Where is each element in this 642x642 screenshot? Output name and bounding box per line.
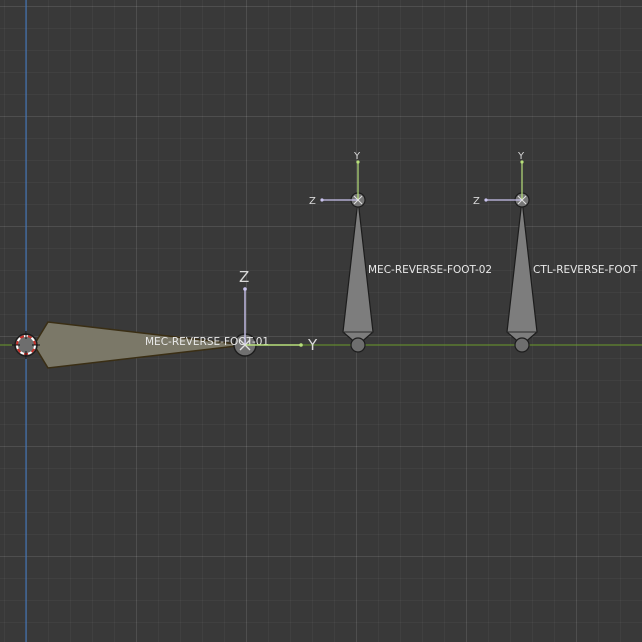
bone-shaft[interactable] [506,199,538,346]
bone-head-joint[interactable] [514,337,530,353]
bone-mec-reverse-foot-01[interactable]: MEC-REVERSE-FOOT-01 [14,321,269,369]
axis-label-y: Y [353,151,361,162]
bone-shaft[interactable] [342,199,374,346]
bone-head-joint[interactable] [350,337,366,353]
axis-label-z: Z [239,268,249,286]
bone-label-ctl-reverse-foot: CTL-REVERSE-FOOT [533,264,638,276]
bone-ctl-reverse-foot[interactable]: CTL-REVERSE-FOOT Y Z [473,151,638,353]
axis-label-y: Y [517,151,525,162]
axis-label-z: Z [309,196,316,207]
axis-label-z: Z [473,196,480,207]
bone-mec-reverse-foot-02[interactable]: MEC-REVERSE-FOOT-02 Y Z [309,151,492,353]
3d-viewport[interactable]: MEC-REVERSE-FOOT-01 Z Y MEC-REVERSE-FOOT… [0,0,642,642]
scene-canvas[interactable]: MEC-REVERSE-FOOT-01 Z Y MEC-REVERSE-FOOT… [0,0,642,642]
bone-label-mec-reverse-foot-02: MEC-REVERSE-FOOT-02 [368,264,492,276]
bone-shaft[interactable] [33,321,246,369]
